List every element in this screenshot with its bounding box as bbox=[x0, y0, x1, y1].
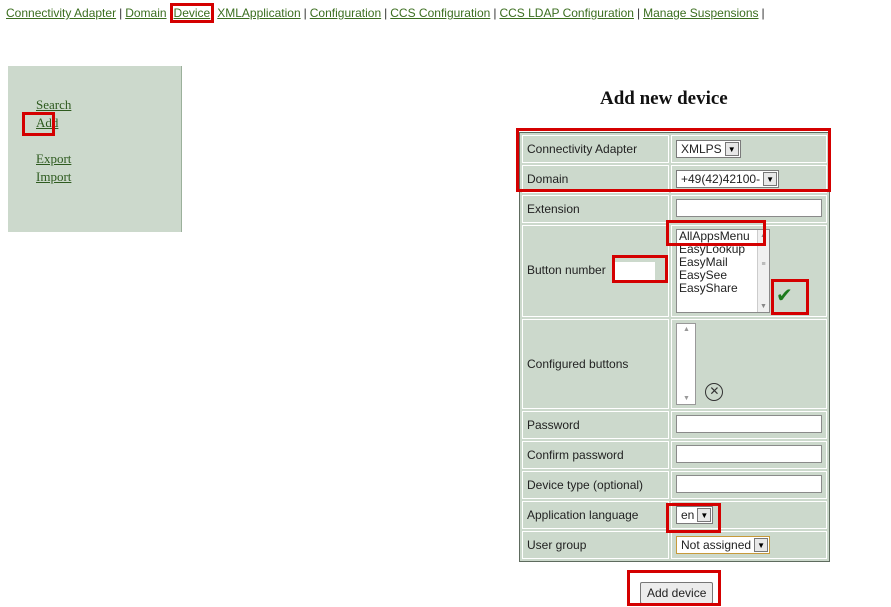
application-language-select[interactable]: en ▼ bbox=[676, 506, 714, 524]
domain-select[interactable]: +49(42)42100- ▼ bbox=[676, 170, 780, 188]
user-group-label: User group bbox=[522, 531, 669, 559]
button-list[interactable]: AllAppsMenu EasyLookup EasyMail EasySee … bbox=[676, 229, 770, 313]
user-group-select[interactable]: Not assigned ▼ bbox=[676, 536, 771, 554]
sidebar: Search Add Export Import bbox=[8, 66, 182, 232]
password-label: Password bbox=[522, 411, 669, 439]
sidebar-item-search[interactable]: Search bbox=[36, 97, 71, 113]
nav-ccs-ldap-configuration[interactable]: CCS LDAP Configuration bbox=[499, 6, 634, 20]
application-language-label: Application language bbox=[522, 501, 669, 529]
button-number-label: Button number bbox=[527, 263, 606, 278]
chevron-down-icon: ▼ bbox=[724, 142, 739, 156]
device-type-label: Device type (optional) bbox=[522, 471, 669, 499]
confirm-password-input[interactable] bbox=[676, 444, 822, 463]
add-check-icon[interactable]: ✔ bbox=[776, 283, 793, 308]
connectivity-adapter-select[interactable]: XMLPS ▼ bbox=[676, 140, 741, 158]
nav-ccs-configuration[interactable]: CCS Configuration bbox=[390, 6, 490, 20]
confirm-password-label: Confirm password bbox=[522, 441, 669, 469]
page-title: Add new device bbox=[600, 88, 728, 109]
top-navigation: Connectivity Adapter | Domain Device XMLAppl… bbox=[6, 3, 765, 23]
domain-label: Domain bbox=[522, 165, 669, 193]
configured-buttons-list[interactable]: ▲ ▼ bbox=[676, 323, 696, 405]
extension-label: Extension bbox=[522, 195, 669, 223]
chevron-down-icon: ▼ bbox=[697, 508, 712, 522]
chevron-down-icon: ▼ bbox=[763, 172, 778, 186]
sidebar-item-export[interactable]: Export bbox=[36, 151, 71, 167]
password-input[interactable] bbox=[676, 414, 822, 433]
remove-icon[interactable]: ✕ bbox=[705, 383, 724, 401]
nav-manage-suspensions[interactable]: Manage Suspensions bbox=[643, 6, 758, 20]
configured-buttons-label: Configured buttons bbox=[522, 319, 669, 409]
sidebar-item-import[interactable]: Import bbox=[36, 169, 71, 185]
nav-device[interactable]: Device bbox=[169, 3, 215, 23]
add-device-form: Connectivity Adapter XMLPS ▼ Domain +49(… bbox=[519, 132, 830, 562]
device-type-input[interactable] bbox=[676, 474, 822, 493]
extension-input[interactable] bbox=[676, 198, 822, 217]
list-scrollbar[interactable]: ▲ ≡ ▼ bbox=[757, 230, 769, 312]
nav-domain[interactable]: Domain bbox=[125, 6, 166, 20]
connectivity-adapter-label: Connectivity Adapter bbox=[522, 135, 669, 163]
sidebar-item-add[interactable]: Add bbox=[36, 115, 58, 131]
nav-connectivity-adapter[interactable]: Connectivity Adapter bbox=[6, 6, 116, 20]
list-item[interactable]: EasyShare bbox=[677, 282, 769, 295]
nav-configuration[interactable]: Configuration bbox=[310, 6, 381, 20]
button-number-input[interactable] bbox=[613, 262, 656, 280]
nav-xmlapplication[interactable]: XMLApplication bbox=[217, 6, 300, 20]
chevron-down-icon: ▼ bbox=[754, 538, 769, 552]
add-device-button[interactable]: Add device bbox=[640, 582, 714, 604]
